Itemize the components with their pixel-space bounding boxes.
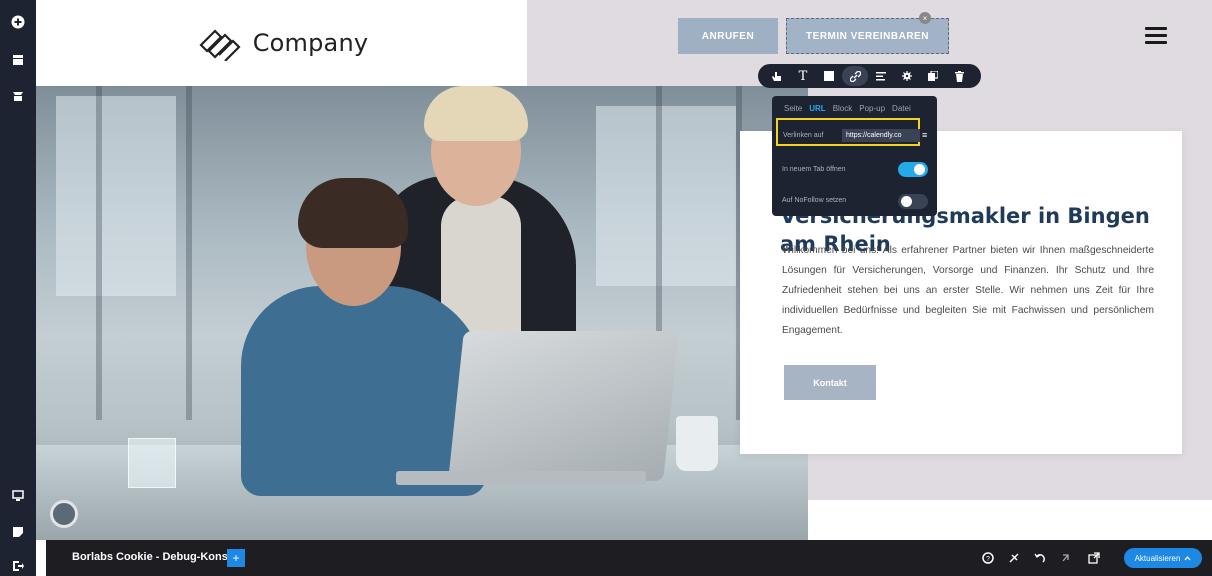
link-icon[interactable] bbox=[842, 66, 868, 86]
burger-line bbox=[1145, 34, 1167, 37]
page-builder-editor: Company ANRUFEN TERMIN VEREINBAREN × Ver… bbox=[0, 0, 1212, 576]
settings-gear-icon[interactable] bbox=[894, 66, 920, 86]
section-divider bbox=[808, 500, 1212, 540]
debug-console-bar: Borlabs Cookie - Debug-Konsole + ? Aktua… bbox=[46, 540, 1212, 576]
duplicate-icon[interactable] bbox=[920, 66, 946, 86]
nofollow-label: Auf NoFollow setzen bbox=[782, 197, 847, 204]
tab-url[interactable]: URL bbox=[809, 104, 825, 113]
list-menu-icon[interactable]: ≡ bbox=[922, 130, 927, 140]
card-text: Willkommen bei uns! Als erfahrener Partn… bbox=[782, 245, 1154, 336]
editor-left-sidebar bbox=[0, 0, 36, 576]
hamburger-menu-icon[interactable] bbox=[1145, 27, 1167, 44]
help-icon[interactable]: ? bbox=[980, 550, 996, 566]
link-to-label: Verlinken auf bbox=[783, 132, 824, 139]
layers-icon[interactable] bbox=[6, 84, 30, 108]
site-header-left: Company bbox=[36, 0, 527, 86]
redo-icon[interactable] bbox=[1058, 550, 1074, 566]
new-tab-label: In neuem Tab öffnen bbox=[782, 166, 846, 173]
laptop-base bbox=[396, 471, 646, 485]
background-icon[interactable] bbox=[816, 66, 842, 86]
open-external-icon[interactable] bbox=[1086, 550, 1102, 566]
debug-console-title: Borlabs Cookie - Debug-Konsole bbox=[72, 551, 244, 563]
chevron-up-icon bbox=[1184, 555, 1191, 560]
laptop-screen bbox=[448, 331, 679, 481]
notes-icon[interactable] bbox=[6, 520, 30, 544]
window-pane bbox=[596, 106, 736, 286]
desktop-preview-icon[interactable] bbox=[6, 484, 30, 508]
hand-icon[interactable] bbox=[764, 66, 790, 86]
nofollow-toggle[interactable] bbox=[898, 194, 928, 209]
cookie-settings-icon[interactable] bbox=[50, 500, 78, 528]
window-frame bbox=[186, 86, 192, 420]
undo-icon[interactable] bbox=[1032, 550, 1048, 566]
window-frame bbox=[96, 86, 102, 420]
text-icon[interactable]: T bbox=[790, 66, 816, 86]
new-tab-toggle[interactable] bbox=[898, 162, 928, 177]
hero-image bbox=[36, 86, 808, 540]
link-settings-popup: Seite URL Block Pop-up Datei Verlinken a… bbox=[772, 96, 937, 216]
delete-icon[interactable] bbox=[946, 66, 972, 86]
update-button[interactable]: Aktualisieren bbox=[1124, 548, 1202, 568]
tab-block[interactable]: Block bbox=[833, 104, 853, 113]
cup bbox=[676, 416, 718, 471]
burger-line bbox=[1145, 27, 1167, 30]
window-pane bbox=[56, 96, 176, 296]
tab-popup[interactable]: Pop-up bbox=[859, 104, 885, 113]
water-glass bbox=[128, 438, 176, 488]
contact-button[interactable]: Kontakt bbox=[784, 365, 876, 400]
url-input[interactable]: https://calendly.co bbox=[842, 129, 920, 142]
expand-console-button[interactable]: + bbox=[227, 549, 245, 567]
update-button-label: Aktualisieren bbox=[1134, 553, 1181, 563]
svg-text:?: ? bbox=[986, 556, 990, 563]
link-type-tabs: Seite URL Block Pop-up Datei bbox=[784, 104, 911, 113]
tab-file[interactable]: Datei bbox=[892, 104, 911, 113]
woman-standing-hair bbox=[424, 86, 528, 141]
pin-off-icon[interactable] bbox=[1006, 550, 1022, 566]
element-toolbar: T bbox=[758, 64, 981, 88]
pages-icon[interactable] bbox=[6, 48, 30, 72]
add-element-icon[interactable] bbox=[6, 10, 30, 34]
woman-seated-hair bbox=[298, 178, 408, 248]
burger-line bbox=[1145, 41, 1167, 44]
logo-text: Company bbox=[252, 29, 369, 57]
company-logo[interactable]: Company bbox=[195, 25, 369, 61]
exit-icon[interactable] bbox=[6, 554, 30, 576]
tab-page[interactable]: Seite bbox=[784, 104, 802, 113]
logo-mark-icon bbox=[199, 29, 241, 61]
toggle-knob bbox=[914, 164, 925, 175]
toggle-knob bbox=[901, 196, 912, 207]
remove-element-icon[interactable]: × bbox=[919, 12, 931, 24]
align-icon[interactable] bbox=[868, 66, 894, 86]
call-button[interactable]: ANRUFEN bbox=[678, 18, 778, 54]
